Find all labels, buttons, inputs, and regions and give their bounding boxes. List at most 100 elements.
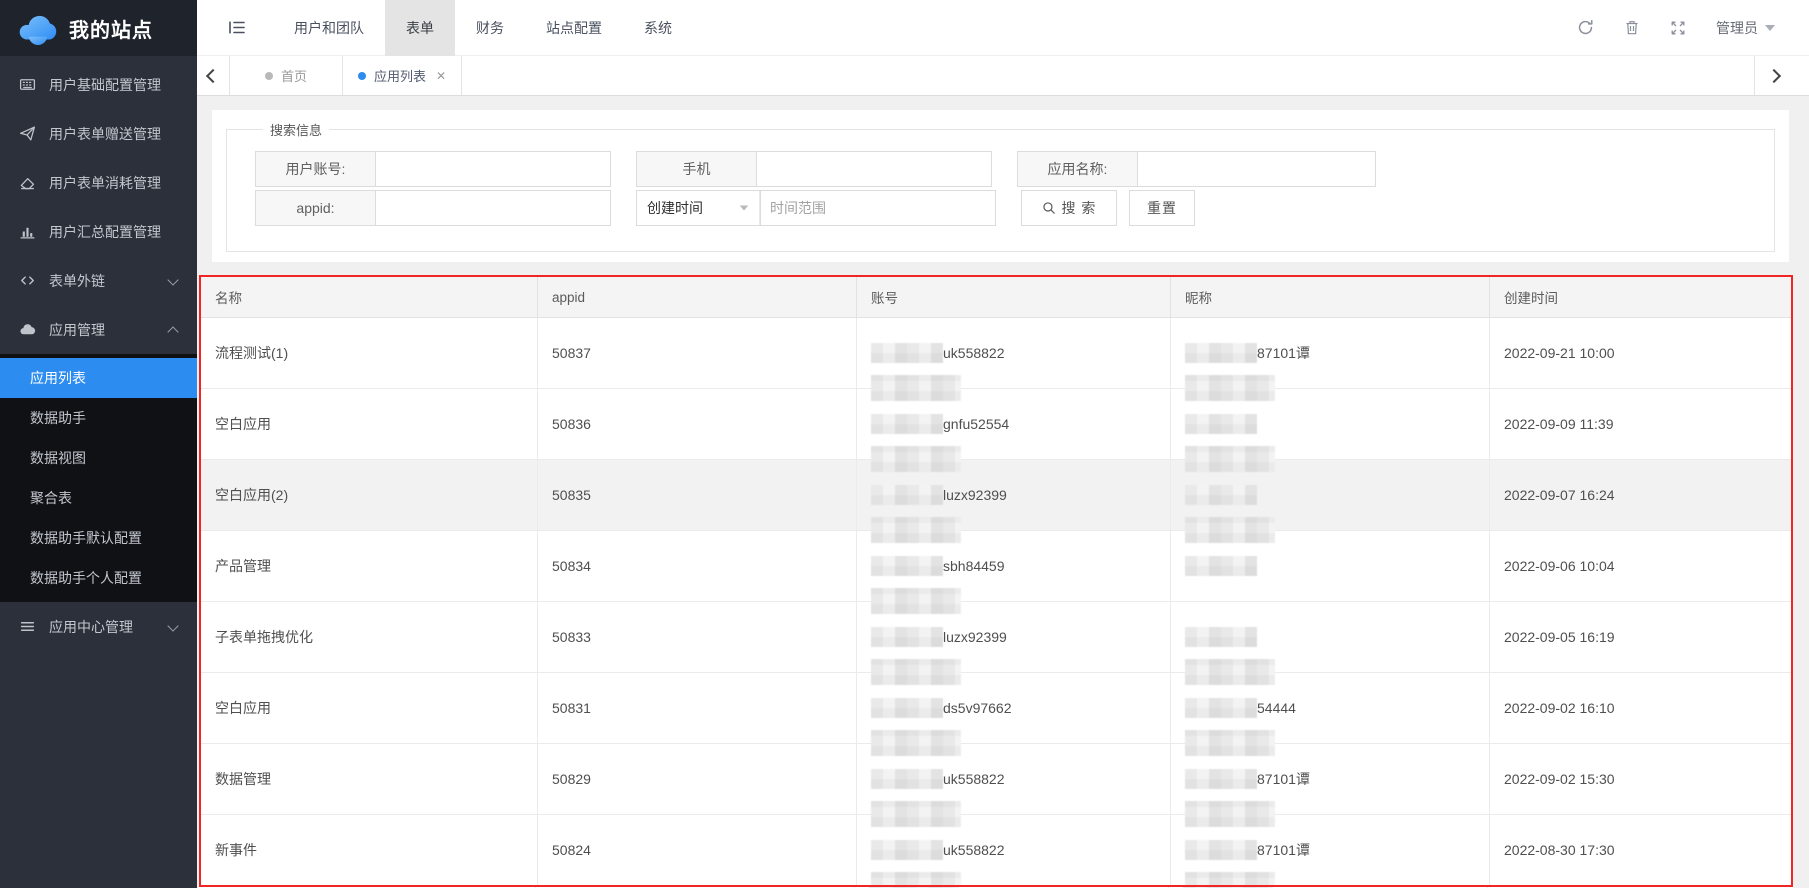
cell-name: 数据管理 <box>201 744 538 814</box>
table-row[interactable]: 子表单拖拽优化 50833 luzx92399 2022-09-05 16:19 <box>201 602 1791 673</box>
time-range-input[interactable] <box>760 190 996 226</box>
redaction-blur <box>1185 446 1275 472</box>
collapse-sidebar-icon[interactable] <box>197 19 273 36</box>
sidebar-item-user-summary-config[interactable]: 用户汇总配置管理 <box>0 207 197 256</box>
sidebar-item-form-external-link[interactable]: 表单外链 <box>0 256 197 305</box>
cell-created: 2022-09-07 16:24 <box>1490 460 1791 530</box>
table-row[interactable]: 流程测试(1) 50837 uk558822 87101谭 2022-09-21… <box>201 318 1791 389</box>
redaction-blur <box>1185 627 1257 647</box>
column-header-nickname[interactable]: 昵称 <box>1171 277 1490 317</box>
account-field-label: 用户账号: <box>255 151 375 187</box>
fullscreen-icon[interactable] <box>1670 20 1686 36</box>
caret-down-icon <box>1765 25 1775 31</box>
cell-appid: 50829 <box>538 744 857 814</box>
subitem-label: 数据视图 <box>30 448 86 468</box>
admin-user-dropdown[interactable]: 管理员 <box>1716 18 1775 38</box>
tab-dot-icon <box>358 72 366 80</box>
redaction-blur <box>871 517 961 543</box>
top-menu-label: 系统 <box>644 18 672 38</box>
navbar-actions: 管理员 <box>1577 18 1809 38</box>
redaction-blur <box>871 485 943 505</box>
sidebar-item-label: 用户基础配置管理 <box>49 75 161 95</box>
search-row-2: appid: 创建时间 <box>255 190 1774 226</box>
sidebar-item-user-base-config[interactable]: 用户基础配置管理 <box>0 60 197 109</box>
search-row-1: 用户账号: 手机 应用名称: <box>255 151 1774 187</box>
column-header-name[interactable]: 名称 <box>201 277 538 317</box>
sidebar-subitem-data-helper-default-config[interactable]: 数据助手默认配置 <box>0 518 197 558</box>
app-name-input[interactable] <box>1137 151 1376 187</box>
eraser-icon <box>19 174 36 191</box>
code-link-icon <box>19 272 36 289</box>
tab-home[interactable]: 首页 <box>250 56 322 95</box>
paper-plane-icon <box>19 125 36 142</box>
sidebar-subitem-data-view[interactable]: 数据视图 <box>0 438 197 478</box>
sidebar-item-form-consume[interactable]: 用户表单消耗管理 <box>0 158 197 207</box>
table-row[interactable]: 数据管理 50829 uk558822 87101谭 2022-09-02 15… <box>201 744 1791 815</box>
app-management-submenu: 应用列表 数据助手 数据视图 聚合表 数据助手默认配置 数据助手个人配置 <box>0 354 197 602</box>
redaction-blur <box>871 375 961 401</box>
tab-bar: 首页 应用列表 ✕ <box>197 56 1809 96</box>
table-row[interactable]: 产品管理 50834 sbh84459 2022-09-06 10:04 <box>201 531 1791 602</box>
column-header-created[interactable]: 创建时间 <box>1490 277 1791 317</box>
top-menu-site-config[interactable]: 站点配置 <box>525 0 623 56</box>
cell-name: 空白应用 <box>201 389 538 459</box>
tabs-scroll-right-button[interactable] <box>1754 56 1793 95</box>
redaction-blur <box>871 343 943 363</box>
top-menu-label: 站点配置 <box>546 18 602 38</box>
cell-appid: 50833 <box>538 602 857 672</box>
search-button[interactable]: 搜 索 <box>1021 190 1117 226</box>
cloud-logo-icon <box>16 12 60 45</box>
redaction-blur <box>1185 414 1257 434</box>
redaction-blur <box>871 556 943 576</box>
top-menu-finance[interactable]: 财务 <box>455 0 525 56</box>
redaction-blur <box>1185 659 1275 685</box>
app-name-field-label: 应用名称: <box>1017 151 1137 187</box>
sidebar-item-app-management[interactable]: 应用管理 <box>0 305 197 354</box>
time-type-select[interactable]: 创建时间 <box>636 190 760 226</box>
cell-created: 2022-09-21 10:00 <box>1490 318 1791 388</box>
reset-button-label: 重置 <box>1147 198 1177 218</box>
appid-input[interactable] <box>375 190 611 226</box>
redaction-blur <box>1185 769 1257 789</box>
sidebar-subitem-data-helper-personal-config[interactable]: 数据助手个人配置 <box>0 558 197 598</box>
cell-nickname: 87101谭 <box>1171 318 1490 388</box>
sidebar-item-label: 表单外链 <box>49 271 105 291</box>
top-menu-forms[interactable]: 表单 <box>385 0 455 56</box>
column-header-appid[interactable]: appid <box>538 277 857 317</box>
chevron-down-icon <box>167 620 178 631</box>
sidebar-item-app-center-management[interactable]: 应用中心管理 <box>0 602 197 651</box>
app-list-table: 名称 appid 账号 昵称 创建时间 流程测试(1) 50837 uk5588… <box>199 275 1793 887</box>
table-row[interactable]: 新事件 50824 uk558822 87101谭 2022-08-30 17:… <box>201 815 1791 885</box>
redaction-blur <box>1185 485 1257 505</box>
brand-logo[interactable]: 我的站点 <box>0 0 197 56</box>
account-input[interactable] <box>375 151 611 187</box>
redaction-blur <box>871 414 943 434</box>
phone-input[interactable] <box>756 151 992 187</box>
sidebar-subitem-app-list[interactable]: 应用列表 <box>0 358 197 398</box>
cell-created: 2022-09-02 15:30 <box>1490 744 1791 814</box>
trash-icon[interactable] <box>1624 19 1640 36</box>
top-menu-system[interactable]: 系统 <box>623 0 693 56</box>
table-row[interactable]: 空白应用 50831 ds5v97662 54444 2022-09-02 16… <box>201 673 1791 744</box>
reset-button[interactable]: 重置 <box>1129 190 1195 226</box>
cell-appid: 50835 <box>538 460 857 530</box>
tabs-scroll-left-button[interactable] <box>197 56 230 95</box>
sidebar-subitem-aggregate-table[interactable]: 聚合表 <box>0 478 197 518</box>
tab-app-list[interactable]: 应用列表 ✕ <box>342 56 462 95</box>
sidebar-item-form-gift[interactable]: 用户表单赠送管理 <box>0 109 197 158</box>
cell-created: 2022-09-09 11:39 <box>1490 389 1791 459</box>
cell-created: 2022-09-06 10:04 <box>1490 531 1791 601</box>
tab-label: 应用列表 <box>374 66 426 85</box>
table-row[interactable]: 空白应用 50836 gnfu52554 2022-09-09 11:39 <box>201 389 1791 460</box>
cloud-icon <box>19 321 36 338</box>
table-row[interactable]: 空白应用(2) 50835 luzx92399 2022-09-07 16:24 <box>201 460 1791 531</box>
close-icon[interactable]: ✕ <box>436 69 446 83</box>
sidebar-subitem-data-helper[interactable]: 数据助手 <box>0 398 197 438</box>
column-header-account[interactable]: 账号 <box>857 277 1171 317</box>
refresh-icon[interactable] <box>1577 19 1594 36</box>
redaction-blur <box>1185 730 1275 756</box>
cell-account: uk558822 <box>857 318 1171 388</box>
top-menu-users-teams[interactable]: 用户和团队 <box>273 0 385 56</box>
top-menu: 用户和团队 表单 财务 站点配置 系统 <box>273 0 693 56</box>
cell-appid: 50831 <box>538 673 857 743</box>
